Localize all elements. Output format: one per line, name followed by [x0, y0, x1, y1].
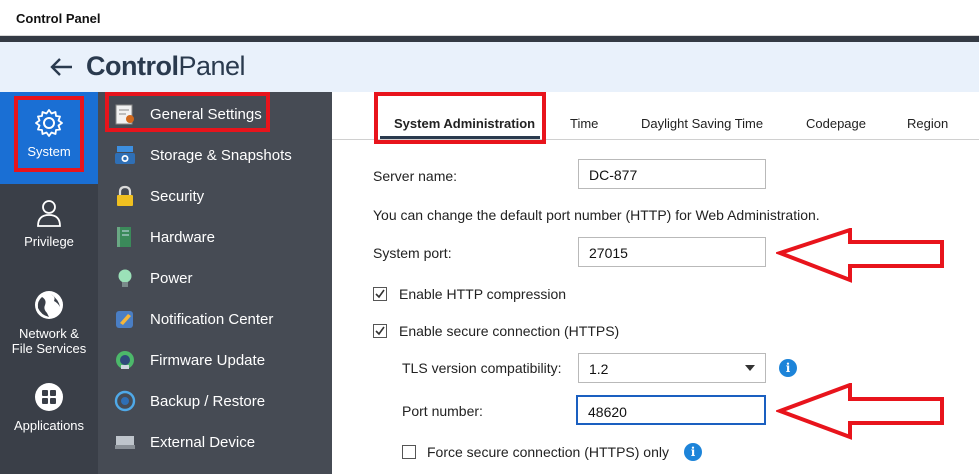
window-titlebar: Control Panel: [0, 0, 979, 36]
server-name-label: Server name:: [373, 168, 458, 184]
subnav-item-external-device[interactable]: External Device: [98, 422, 332, 462]
force-https-checkbox[interactable]: [402, 445, 416, 459]
subnav-item-notification[interactable]: Notification Center: [98, 299, 332, 339]
subnav-label: Firmware Update: [150, 352, 266, 369]
page-title: ControlPanel: [86, 51, 246, 82]
page-title-light: Panel: [178, 51, 246, 81]
tab-system-administration[interactable]: System Administration: [394, 116, 535, 131]
nav-label-network-line2: File Services: [11, 341, 87, 356]
subnav-label: Hardware: [150, 229, 216, 246]
secure-connection-checkbox[interactable]: [373, 324, 387, 338]
nav-label-network-line1: Network &: [19, 326, 79, 341]
server-name-input[interactable]: DC-877: [578, 159, 766, 189]
nav-item-applications[interactable]: Applications: [0, 380, 98, 433]
http-compression-checkbox[interactable]: [373, 287, 387, 301]
tls-version-label: TLS version compatibility:: [402, 360, 562, 376]
subnav-label: External Device: [150, 434, 256, 451]
nav-label-applications: Applications: [13, 418, 85, 433]
subnav-item-power[interactable]: Power: [98, 258, 332, 298]
user-icon: [37, 200, 61, 227]
main-nav: System Privilege Network & File Services…: [0, 92, 98, 474]
power-icon: [118, 269, 132, 287]
nav-item-system[interactable]: System: [0, 92, 98, 184]
active-tab-indicator: [380, 136, 540, 139]
app-header: ControlPanel: [0, 42, 979, 92]
tls-version-value: 1.2: [589, 361, 609, 377]
system-port-input[interactable]: 27015: [578, 237, 766, 267]
system-port-label: System port:: [373, 245, 452, 261]
subnav-item-hardware[interactable]: Hardware: [98, 217, 332, 257]
red-arrow-port-number: [776, 383, 944, 440]
subnav-item-security[interactable]: Security: [98, 176, 332, 216]
force-https-label: Force secure connection (HTTPS) only: [427, 444, 669, 460]
nav-item-privilege[interactable]: Privilege: [0, 196, 98, 249]
nav-label-system: System: [27, 144, 71, 159]
window-title: Control Panel: [16, 11, 101, 26]
subnav-item-backup[interactable]: Backup / Restore: [98, 381, 332, 421]
chevron-down-icon: [745, 365, 755, 371]
subnav-label: Power: [150, 270, 193, 287]
nav-item-network[interactable]: Network & File Services: [0, 288, 98, 356]
force-https-info-icon[interactable]: i: [684, 443, 702, 461]
back-arrow-icon[interactable]: [46, 52, 76, 82]
tls-version-select[interactable]: 1.2: [578, 353, 766, 383]
external-device-icon: [115, 436, 135, 449]
backup-icon: [114, 390, 136, 412]
subnav-item-general-settings[interactable]: General Settings: [98, 94, 332, 134]
tab-region[interactable]: Region: [907, 116, 948, 131]
subnav-label: General Settings: [150, 106, 262, 123]
subnav-item-firmware[interactable]: Firmware Update: [98, 340, 332, 380]
subnav-item-storage[interactable]: Storage & Snapshots: [98, 135, 332, 175]
globe-icon: [35, 291, 63, 319]
tab-bar: System Administration Time Daylight Savi…: [332, 92, 979, 140]
subnav-label: Storage & Snapshots: [150, 147, 292, 164]
port-number-label: Port number:: [402, 403, 483, 419]
checkmark-icon: [375, 289, 385, 299]
port-number-input[interactable]: 48620: [576, 395, 766, 425]
general-settings-icon: [115, 104, 134, 125]
tab-daylight-saving-time[interactable]: Daylight Saving Time: [641, 116, 763, 131]
subnav-label: Notification Center: [150, 311, 274, 328]
apps-grid-icon: [35, 383, 63, 411]
hardware-icon: [117, 227, 131, 247]
checkmark-icon: [375, 326, 385, 336]
tls-info-icon[interactable]: i: [779, 359, 797, 377]
http-compression-label: Enable HTTP compression: [399, 286, 567, 302]
nav-label-privilege: Privilege: [24, 234, 74, 249]
page-title-bold: Control: [86, 51, 179, 81]
subnav-label: Backup / Restore: [150, 393, 266, 410]
tab-codepage[interactable]: Codepage: [806, 116, 866, 131]
subnav-label: Security: [150, 188, 205, 205]
firmware-icon: [116, 351, 134, 369]
secure-connection-label: Enable secure connection (HTTPS): [399, 323, 620, 339]
sub-nav: General Settings Storage & Snapshots Sec…: [98, 92, 332, 474]
lock-icon: [117, 185, 133, 206]
gear-icon: [35, 109, 63, 137]
storage-icon: [115, 146, 135, 164]
red-arrow-system-port: [776, 228, 944, 283]
notification-icon: [116, 311, 133, 328]
tab-time[interactable]: Time: [570, 116, 598, 131]
port-note: You can change the default port number (…: [373, 207, 820, 223]
